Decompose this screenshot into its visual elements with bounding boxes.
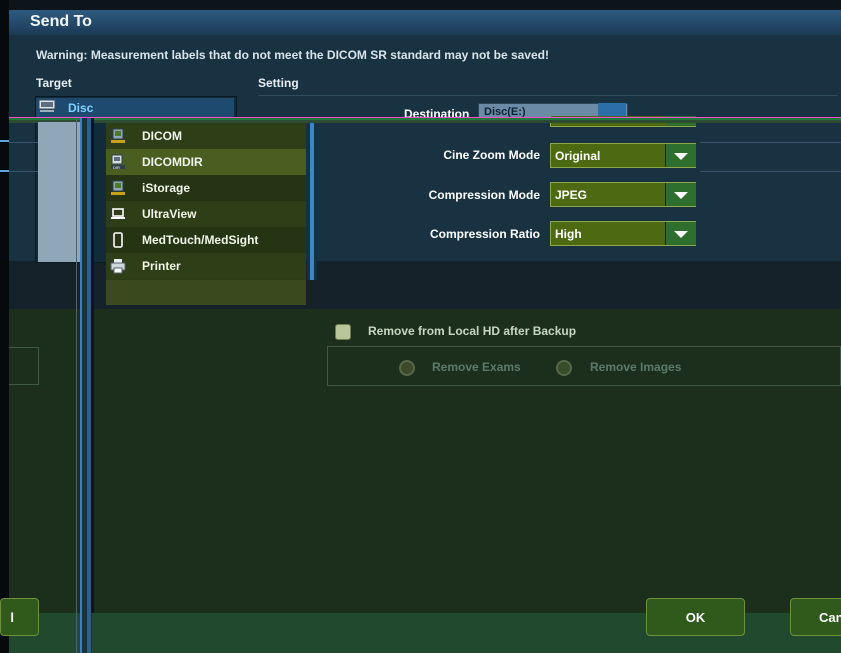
- storage-icon: [111, 180, 125, 195]
- target-list-overlay: [38, 122, 80, 262]
- divider: [700, 171, 841, 172]
- ok-button[interactable]: OK: [646, 598, 745, 636]
- render-artifact-tick: [0, 170, 9, 172]
- divider: [9, 142, 39, 143]
- dropdown-item-label: DICOM: [142, 129, 182, 143]
- dropdown-item-label: DICOMDIR: [142, 155, 203, 169]
- divider: [9, 171, 39, 172]
- compression-ratio-value: High: [555, 227, 582, 241]
- vertical-divider: [80, 118, 82, 653]
- dropdown-item-ultraview[interactable]: UltraView: [106, 201, 306, 227]
- left-button[interactable]: l: [0, 598, 39, 636]
- target-heading: Target: [36, 76, 72, 90]
- dropdown-item-label: Printer: [142, 259, 181, 273]
- cancel-button[interactable]: Can: [790, 598, 841, 636]
- warning-text: Warning: Measurement labels that do not …: [36, 48, 549, 62]
- left-edge: [0, 0, 9, 653]
- compression-mode-value: JPEG: [555, 188, 588, 202]
- remove-exams-radio[interactable]: [399, 360, 415, 376]
- laptop-icon: [111, 208, 125, 219]
- divider: [700, 142, 841, 143]
- remove-images-label: Remove Images: [590, 360, 682, 374]
- dicomdir-icon: DIR: [111, 154, 125, 170]
- chevron-down-icon[interactable]: [665, 222, 696, 245]
- dropdown-item-label: iStorage: [142, 181, 191, 195]
- dropdown-scrollbar-thumb[interactable]: [310, 123, 314, 280]
- printer-icon: [110, 259, 126, 274]
- compression-ratio-label: Compression Ratio: [429, 227, 540, 241]
- dropdown-empty-row: [106, 280, 306, 305]
- chevron-down-icon[interactable]: [665, 183, 696, 206]
- vertical-divider: [91, 118, 94, 613]
- tablet-icon: [113, 232, 123, 248]
- cine-zoom-select[interactable]: Original: [550, 143, 696, 168]
- remove-images-radio[interactable]: [556, 360, 572, 376]
- dropdown-item-medtouch[interactable]: MedTouch/MedSight: [106, 227, 306, 253]
- dialog-title: Send To: [30, 13, 92, 30]
- render-artifact-tick: [0, 140, 9, 142]
- svg-text:DIR: DIR: [113, 165, 120, 170]
- dialog-title-bar: [9, 10, 841, 35]
- disc-drive-icon: [38, 99, 56, 112]
- target-item-disc[interactable]: [36, 98, 234, 118]
- remove-from-hd-label: Remove from Local HD after Backup: [368, 324, 577, 338]
- dropdown-item-label: MedTouch/MedSight: [142, 233, 259, 247]
- dropdown-item-label: UltraView: [142, 207, 197, 221]
- compression-mode-label: Compression Mode: [428, 188, 540, 202]
- cine-zoom-value: Original: [555, 149, 601, 163]
- dropdown-item-dicomdir[interactable]: DIR DICOMDIR: [106, 149, 306, 175]
- target-item-label: Disc: [68, 101, 94, 115]
- compression-mode-select[interactable]: JPEG: [550, 182, 696, 207]
- compression-ratio-select[interactable]: High: [550, 221, 696, 246]
- dropdown-item-istorage[interactable]: iStorage: [106, 175, 306, 201]
- left-group-box: [9, 347, 39, 385]
- vertical-divider: [76, 118, 77, 653]
- chevron-down-icon[interactable]: [665, 144, 696, 167]
- remove-exams-label: Remove Exams: [432, 360, 521, 374]
- remove-from-hd-checkbox[interactable]: [335, 324, 351, 340]
- dropdown-item-printer[interactable]: Printer: [106, 253, 306, 279]
- cine-zoom-label: Cine Zoom Mode: [443, 148, 540, 162]
- dicom-icon: [111, 128, 125, 143]
- setting-heading: Setting: [258, 76, 299, 90]
- dropdown-item-dicom[interactable]: DICOM: [106, 123, 306, 149]
